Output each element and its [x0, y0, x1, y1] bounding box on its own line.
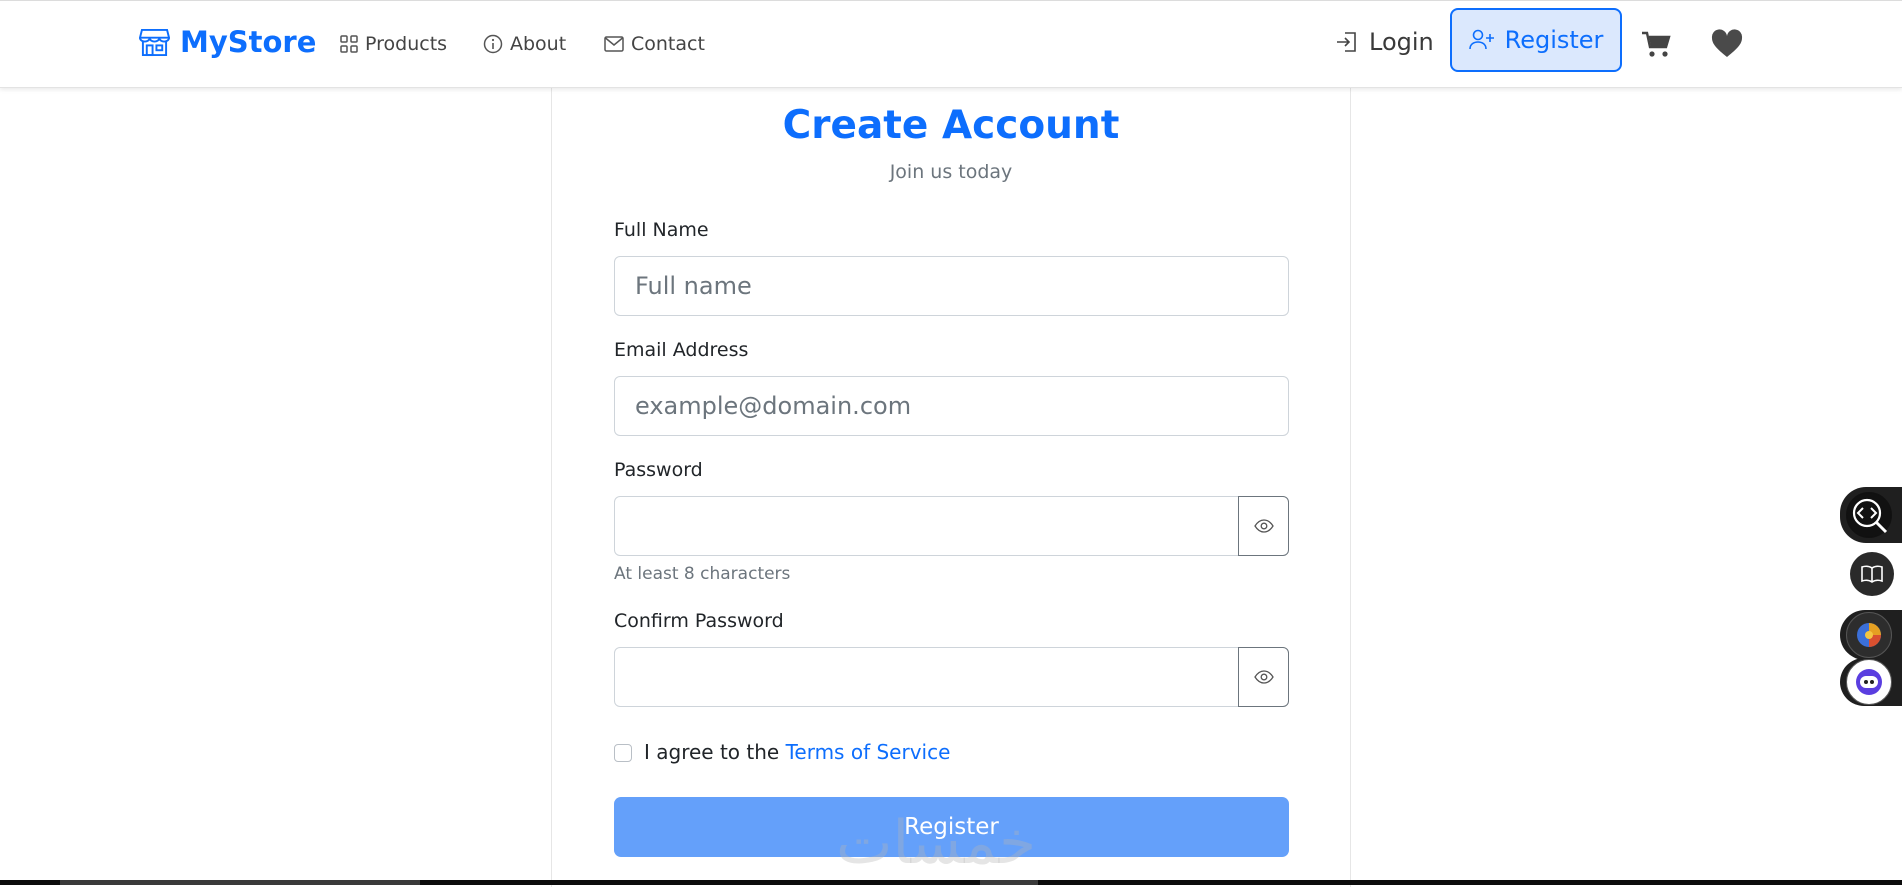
- info-circle-icon: [483, 34, 503, 54]
- nav-contact-label: Contact: [631, 33, 705, 55]
- brand-name: MyStore: [180, 25, 317, 59]
- nav-products-label: Products: [365, 33, 448, 55]
- side-assistant-button[interactable]: [1840, 658, 1902, 706]
- register-card: Create Account Join us today Full Name E…: [551, 87, 1351, 887]
- nav-about-link[interactable]: About: [483, 33, 566, 55]
- side-reader-button[interactable]: [1850, 552, 1894, 596]
- heart-icon: [1711, 29, 1743, 57]
- book-icon: [1861, 565, 1883, 583]
- taskbar-segment: [980, 880, 1038, 885]
- password-label: Password: [614, 459, 703, 481]
- taskbar-segment: [60, 880, 420, 885]
- side-search-code-button[interactable]: [1840, 487, 1902, 543]
- confirm-password-label: Confirm Password: [614, 610, 784, 632]
- eye-icon: [1253, 519, 1274, 533]
- nav-about-label: About: [510, 33, 567, 55]
- assistant-face-icon: [1856, 669, 1882, 695]
- brand-link[interactable]: MyStore: [139, 25, 316, 59]
- email-input[interactable]: [614, 376, 1289, 436]
- nav-contact-link[interactable]: Contact: [604, 33, 705, 55]
- nav-products-link[interactable]: Products: [340, 33, 447, 55]
- side-extension-button[interactable]: [1840, 610, 1902, 660]
- store-icon: [139, 28, 170, 56]
- confirm-password-input[interactable]: [614, 647, 1239, 707]
- terms-agreement: I agree to the Terms of Service: [644, 740, 950, 764]
- email-label: Email Address: [614, 339, 749, 361]
- top-navbar: MyStore Products About Contact Login Reg…: [0, 0, 1902, 88]
- toggle-confirm-password-button[interactable]: [1238, 647, 1289, 707]
- watermark: ﺧﻤﺴﺎﺕ: [836, 808, 1037, 878]
- login-label: Login: [1369, 28, 1434, 56]
- nav-register-label: Register: [1504, 26, 1604, 54]
- full-name-input[interactable]: [614, 256, 1289, 316]
- code-search-icon: [1852, 498, 1888, 534]
- password-input[interactable]: [614, 496, 1239, 556]
- agree-text: I agree to the: [644, 740, 780, 764]
- extension-colorful-icon: [1857, 623, 1881, 647]
- password-help-text: At least 8 characters: [614, 564, 791, 584]
- terms-of-service-link[interactable]: Terms of Service: [786, 740, 951, 764]
- wishlist-button[interactable]: [1711, 29, 1743, 63]
- grid-icon: [340, 35, 358, 53]
- login-link[interactable]: Login: [1335, 28, 1434, 56]
- cart-icon: [1642, 31, 1671, 57]
- cart-button[interactable]: [1641, 31, 1671, 63]
- eye-icon: [1253, 670, 1274, 684]
- page-subtitle: Join us today: [889, 161, 1013, 183]
- person-plus-icon: [1468, 29, 1494, 50]
- envelope-icon: [604, 36, 624, 52]
- login-icon: [1337, 32, 1356, 52]
- toggle-password-button[interactable]: [1238, 496, 1289, 556]
- page-title: Create Account: [782, 103, 1120, 148]
- nav-register-button[interactable]: Register: [1450, 8, 1622, 72]
- terms-checkbox[interactable]: [614, 744, 632, 762]
- full-name-label: Full Name: [614, 219, 709, 241]
